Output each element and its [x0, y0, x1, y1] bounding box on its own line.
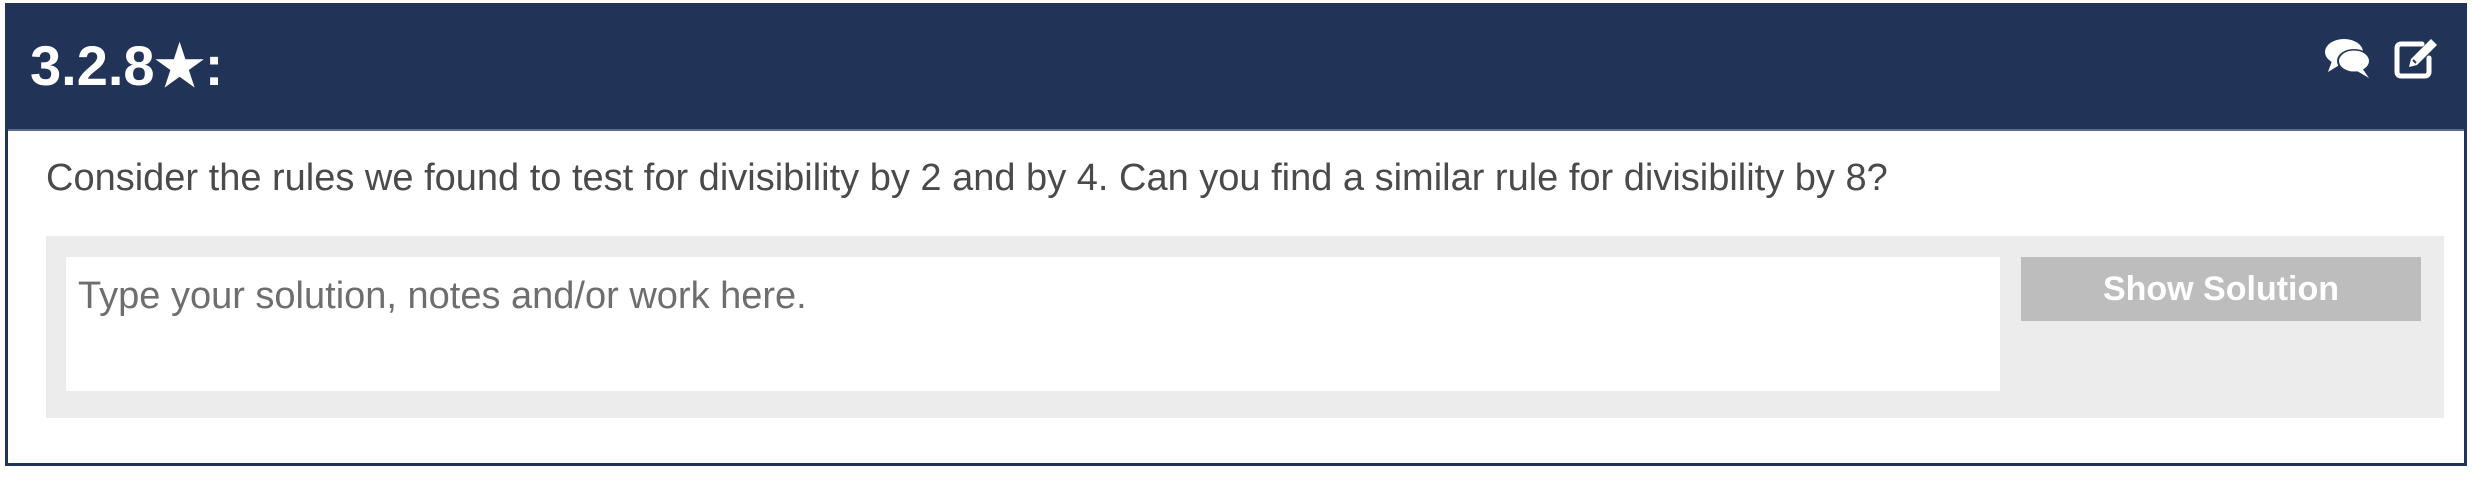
exercise-card: 3.2.8★: Consider the rules we found to t… [5, 3, 2467, 466]
answer-panel: Show Solution [46, 236, 2444, 418]
comments-icon[interactable] [2324, 36, 2372, 80]
solution-textarea[interactable] [66, 257, 2000, 391]
exercise-title: 3.2.8★: [30, 34, 224, 97]
exercise-header: 3.2.8★: [8, 6, 2464, 131]
show-solution-button[interactable]: Show Solution [2021, 257, 2421, 321]
edit-icon[interactable] [2392, 36, 2440, 80]
problem-prompt: Consider the rules we found to test for … [46, 157, 1888, 199]
